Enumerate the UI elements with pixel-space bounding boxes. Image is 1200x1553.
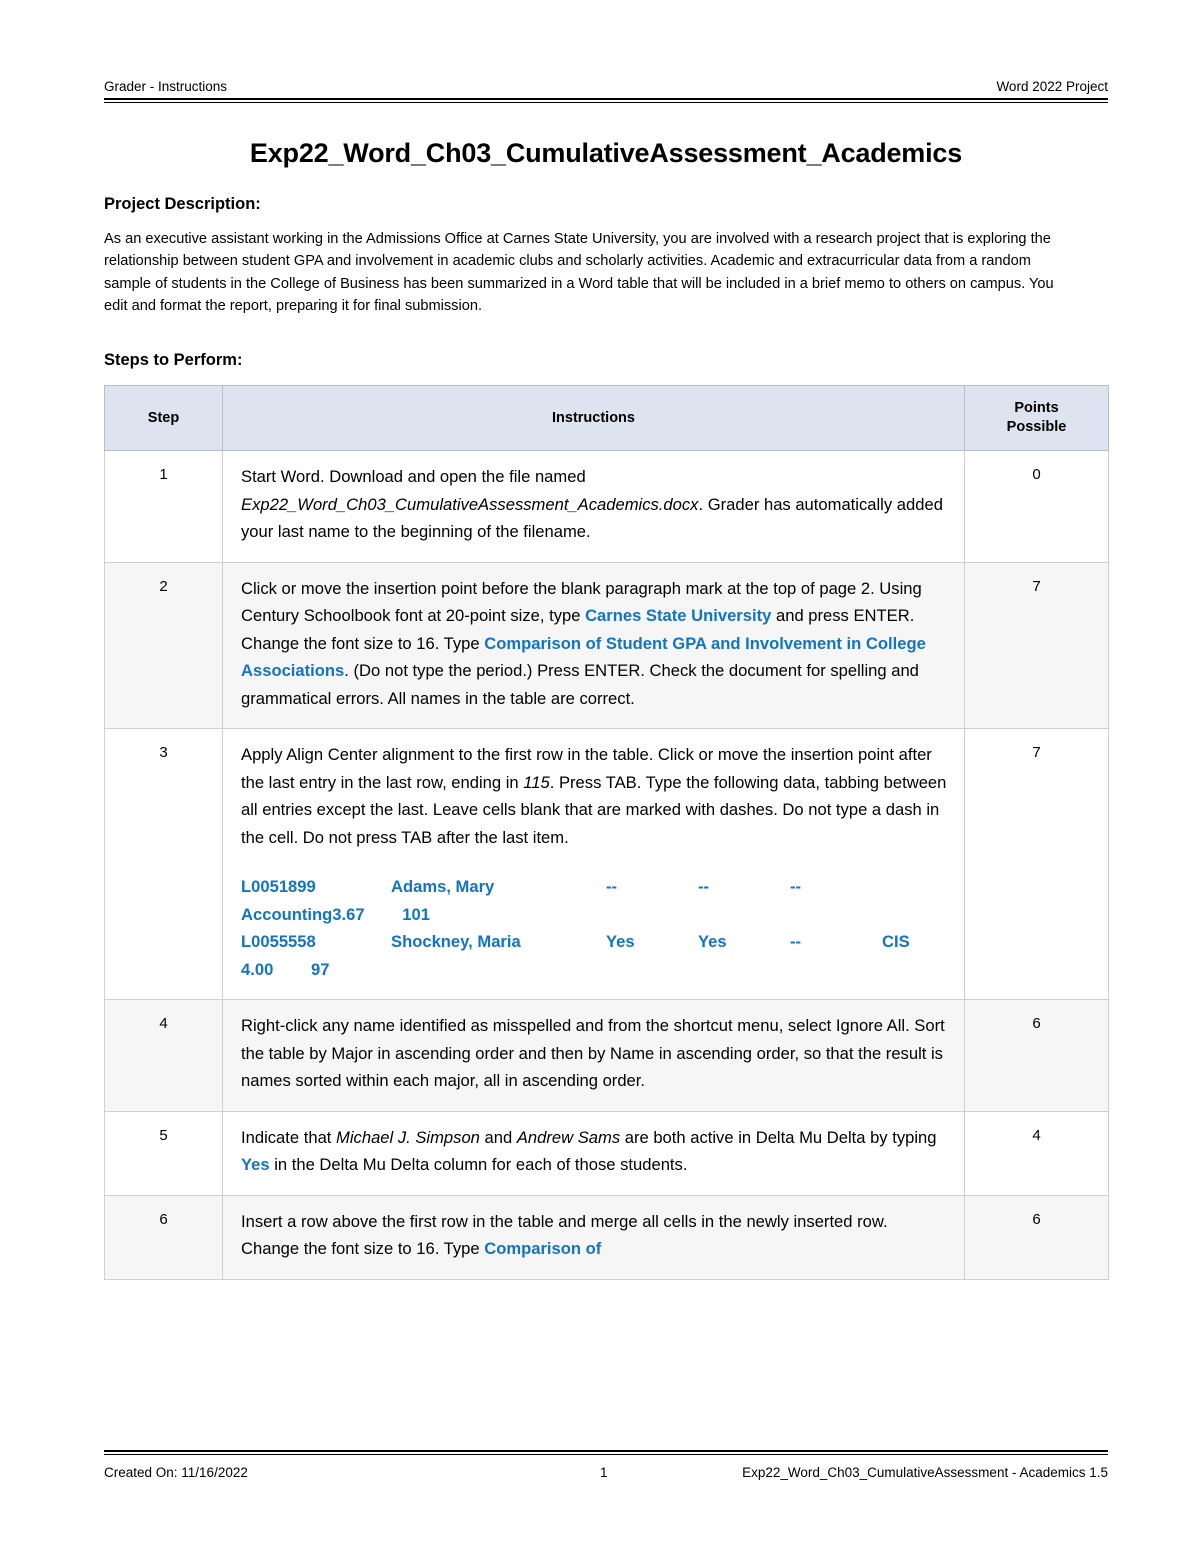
header-left-text: Grader - Instructions — [104, 79, 228, 94]
points-possible-cell: 7 — [964, 728, 1109, 1000]
instruction-text: Insert a row above the first row in the … — [241, 1208, 948, 1263]
step-instruction-cell: Start Word. Download and open the file n… — [222, 450, 965, 563]
instruction-text: Indicate that Michael J. Simpson and And… — [241, 1124, 948, 1179]
step-instruction-cell: Apply Align Center alignment to the firs… — [222, 728, 965, 1000]
tabbed-data-line: L0051899 Adams, Mary -- -- -- Accounting3.67 1… — [241, 873, 948, 928]
header-rule-thin — [104, 102, 1108, 103]
step-number-cell: 2 — [104, 561, 223, 729]
steps-to-perform-heading: Steps to Perform: — [104, 351, 243, 369]
step-number-cell: 5 — [104, 1110, 223, 1196]
table-row: 1 Start Word. Download and open the file … — [104, 450, 1109, 563]
column-header-instructions: Instructions — [222, 385, 965, 451]
tabbed-data-block: L0051899 Adams, Mary -- -- -- Accounting3.67 1… — [241, 873, 948, 983]
emphasis-text: 115 — [523, 772, 550, 792]
tabbed-data-field: Accounting — [241, 904, 333, 924]
type-this-text: Comparison of — [484, 1239, 602, 1258]
header-rule-thick — [104, 98, 1108, 100]
tabbed-data-field: -- — [790, 932, 802, 951]
footer-rule-thin — [104, 1454, 1108, 1455]
plain-text: in the Delta Mu Delta column for each of… — [269, 1155, 688, 1174]
page-title: Exp22_Word_Ch03_CumulativeAssessment_Aca… — [249, 138, 963, 168]
step-instruction-cell: Right-click any name identified as missp… — [222, 999, 965, 1112]
type-this-text: Yes — [241, 1155, 270, 1174]
project-description-heading: Project Description: — [104, 195, 261, 213]
footer-created-on: Created On: 11/16/2022 — [104, 1465, 248, 1480]
points-label-line2: Possible — [1006, 419, 1067, 435]
header-right-text: Word 2022 Project — [996, 79, 1108, 94]
points-possible-cell: 6 — [964, 999, 1109, 1112]
table-row: 4 Right-click any name identified as miss… — [104, 999, 1109, 1112]
tabbed-data-field: 4.00 — [241, 959, 274, 979]
column-header-points-possible: Points Possible — [964, 385, 1109, 451]
tabbed-data-field: 3.67 — [332, 904, 365, 924]
steps-table: Step Instructions Points Possible 1 Start … — [104, 385, 1109, 1280]
footer-rule-thick — [104, 1450, 1108, 1452]
column-header-step: Step — [104, 385, 223, 451]
running-footer: Created On: 11/16/2022 1 Exp22_Word_Ch03… — [104, 1450, 1108, 1490]
table-header-row: Step Instructions Points Possible — [104, 385, 1109, 451]
plain-text: Right-click any name identified as missp… — [241, 1016, 945, 1090]
emphasis-text: Michael J. Simpson — [336, 1127, 480, 1147]
table-row: 6 Insert a row above the first row in the… — [104, 1194, 1109, 1280]
footer-page-number: 1 — [600, 1465, 608, 1480]
tabbed-data-field: 97 — [311, 959, 330, 979]
step-instruction-cell: Insert a row above the first row in the … — [222, 1194, 965, 1280]
step-number-cell: 3 — [104, 728, 223, 1000]
instruction-text: Click or move the insertion point before… — [241, 575, 948, 713]
points-label-line1: Points — [1014, 400, 1059, 416]
tabbed-data-field: -- — [606, 877, 618, 896]
points-possible-cell: 6 — [964, 1194, 1109, 1280]
tabbed-data-field: -- — [790, 877, 802, 896]
table-row: 3 Apply Align Center alignment to the fir… — [104, 728, 1109, 1000]
emphasis-text: Andrew Sams — [516, 1127, 621, 1147]
plain-text: Indicate that — [241, 1127, 337, 1147]
running-header: Grader - Instructions Word 2022 Project — [104, 78, 1108, 104]
tabbed-data-field: Adams, Mary — [391, 877, 495, 896]
plain-text: are both active in Delta Mu Delta by typ… — [620, 1127, 937, 1147]
step-number-cell: 6 — [104, 1194, 223, 1280]
tabbed-data-field: CIS — [882, 932, 910, 951]
tabbed-data-field: L0051899 — [241, 877, 316, 896]
tabbed-data-field: Shockney, Maria — [391, 932, 521, 951]
step-number-cell: 4 — [104, 999, 223, 1112]
project-description-body: As an executive assistant working in the… — [104, 231, 1054, 315]
instruction-text: Right-click any name identified as missp… — [241, 1012, 948, 1095]
table-row: 5 Indicate that Michael J. Simpson and An… — [104, 1110, 1109, 1196]
tabbed-data-field: -- — [698, 877, 710, 896]
tabbed-data-field: Yes — [606, 932, 635, 951]
plain-text: Start Word. Download and open the file n… — [241, 467, 586, 486]
plain-text: and — [479, 1127, 517, 1147]
step-instruction-cell: Indicate that Michael J. Simpson and And… — [222, 1110, 965, 1196]
points-possible-cell: 0 — [964, 450, 1109, 563]
tabbed-data-line: L0055558 Shockney, Maria Yes Yes -- CIS 4.00 97 — [241, 928, 948, 983]
step-instruction-cell: Click or move the insertion point before… — [222, 561, 965, 729]
steps-table-head: Step Instructions Points Possible — [104, 385, 1109, 451]
instruction-text: Apply Align Center alignment to the firs… — [241, 741, 948, 851]
points-possible-cell: 4 — [964, 1110, 1109, 1196]
type-this-text: Carnes State University — [585, 606, 772, 625]
document-page: Grader - Instructions Word 2022 Project … — [0, 0, 1200, 1553]
steps-table-body: 1 Start Word. Download and open the file … — [104, 450, 1109, 1280]
tabbed-data-field: L0055558 — [241, 932, 316, 951]
tabbed-data-field: 101 — [402, 904, 430, 924]
points-possible-cell: 7 — [964, 561, 1109, 729]
table-row: 2 Click or move the insertion point befor… — [104, 561, 1109, 729]
step-number-cell: 1 — [104, 450, 223, 563]
instruction-text: Start Word. Download and open the file n… — [241, 463, 948, 546]
tabbed-data-field: Yes — [698, 932, 727, 951]
footer-document-ref: Exp22_Word_Ch03_CumulativeAssessment - A… — [742, 1465, 1108, 1480]
emphasis-text: Exp22_Word_Ch03_CumulativeAssessment_Aca… — [241, 494, 699, 514]
